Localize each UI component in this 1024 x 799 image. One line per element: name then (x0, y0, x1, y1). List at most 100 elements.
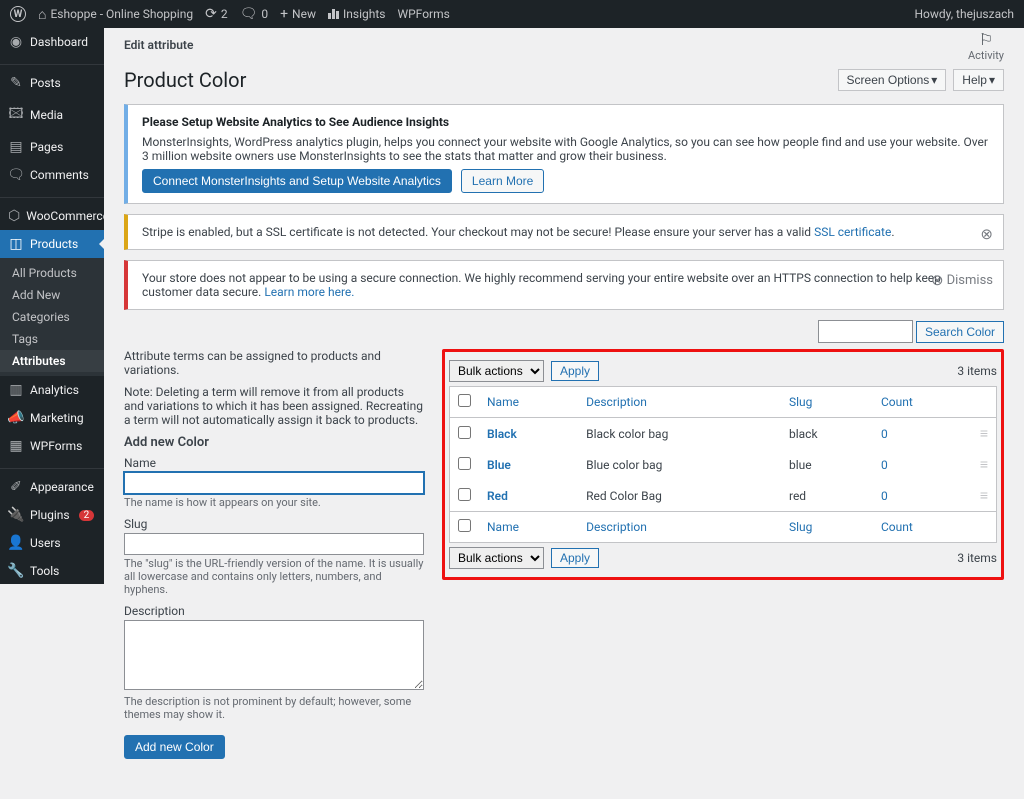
term-description: Black color bag (578, 418, 781, 450)
col-slug[interactable]: Slug (789, 520, 812, 534)
menu-products[interactable]: ◫Products (0, 230, 104, 258)
term-slug: red (781, 480, 873, 512)
description-input[interactable] (124, 620, 424, 690)
site-name[interactable]: ⌂Eshoppe - Online Shopping (38, 6, 193, 23)
update-badge: 2 (79, 510, 95, 521)
search-input[interactable] (818, 320, 913, 343)
menu-marketing[interactable]: 📣Marketing (0, 404, 104, 432)
col-description[interactable]: Description (586, 520, 647, 534)
sub-all-products[interactable]: All Products (0, 262, 104, 284)
col-slug[interactable]: Slug (789, 395, 812, 409)
comments[interactable]: 🗨0 (240, 6, 269, 22)
menu-separator (0, 464, 104, 469)
menu-media[interactable]: 🖾Media (0, 97, 104, 133)
term-slug: black (781, 418, 873, 450)
insights-top[interactable]: Insights (328, 7, 385, 21)
table-row: BlueBlue color bagblue0≡ (450, 449, 997, 480)
col-count[interactable]: Count (881, 395, 913, 409)
sub-add-new[interactable]: Add New (0, 284, 104, 306)
howdy-user[interactable]: Howdy, thejuszach (914, 7, 1014, 21)
help-button[interactable]: Help ▾ (953, 69, 1004, 91)
table-row: Black Black color bagblack 0 ≡ (450, 418, 997, 450)
term-name-link[interactable]: Red (487, 489, 508, 503)
select-all-top[interactable] (458, 394, 471, 407)
menu-woocommerce[interactable]: ⬡WooCommerce (0, 202, 104, 230)
bulk-actions-top[interactable]: Bulk actions (449, 360, 544, 382)
description-help: The description is not prominent by defa… (124, 695, 424, 721)
woocommerce-icon: ⬡ (8, 208, 20, 224)
adminbar: W ⌂Eshoppe - Online Shopping ⟳2 🗨0 +New … (0, 0, 1024, 28)
add-new-color-button[interactable]: Add new Color (124, 735, 225, 759)
monsterinsights-notice: Please Setup Website Analytics to See Au… (124, 104, 1004, 204)
menu-pages[interactable]: ▤Pages (0, 133, 104, 161)
menu-posts[interactable]: ✎Posts (0, 69, 104, 97)
name-input[interactable] (124, 472, 424, 494)
menu-wpforms[interactable]: ▦WPForms (0, 432, 104, 460)
brush-icon: ✐ (8, 479, 24, 495)
drag-handle-icon[interactable]: ≡ (980, 488, 988, 504)
name-help: The name is how it appears on your site. (124, 496, 424, 509)
term-name-link[interactable]: Blue (487, 458, 511, 472)
learn-more-button[interactable]: Learn More (461, 169, 544, 193)
term-slug: blue (781, 449, 873, 480)
sub-tags[interactable]: Tags (0, 328, 104, 350)
wp-logo[interactable]: W (10, 6, 26, 22)
menu-analytics[interactable]: ▥Analytics (0, 376, 104, 404)
new-content[interactable]: +New (280, 6, 316, 22)
page-title: Product Color (124, 68, 246, 92)
items-count-bottom: 3 items (957, 551, 997, 565)
admin-sidebar: ◉Dashboard ✎Posts 🖾Media ▤Pages 🗨Comment… (0, 28, 104, 584)
notice-body: MonsterInsights, WordPress analytics plu… (142, 135, 989, 163)
wpforms-top[interactable]: WPForms (397, 7, 449, 21)
dismiss-button[interactable]: ⊗Dismiss (931, 271, 993, 289)
menu-plugins[interactable]: 🔌Plugins2 (0, 501, 104, 529)
menu-dashboard[interactable]: ◉Dashboard (0, 28, 104, 56)
pages-icon: ▤ (8, 139, 24, 155)
col-count[interactable]: Count (881, 520, 913, 534)
intro-text: Attribute terms can be assigned to produ… (124, 349, 424, 377)
term-count-link[interactable]: 0 (881, 489, 888, 503)
menu-users[interactable]: 👤Users (0, 529, 104, 557)
select-all-bottom[interactable] (458, 519, 471, 532)
comment-icon: 🗨 (240, 6, 258, 22)
col-name[interactable]: Name (487, 395, 519, 409)
terms-table-region: Bulk actions Apply 3 items Name Descript… (442, 349, 1004, 580)
menu-separator (0, 60, 104, 65)
search-color-button[interactable]: Search Color (916, 321, 1004, 343)
term-count-link[interactable]: 0 (881, 427, 888, 441)
menu-comments[interactable]: 🗨Comments (0, 161, 104, 189)
menu-tools[interactable]: 🔧Tools (0, 557, 104, 584)
apply-top-button[interactable]: Apply (551, 361, 599, 381)
media-icon: 🖾 (8, 103, 24, 127)
connect-mi-button[interactable]: Connect MonsterInsights and Setup Websit… (142, 169, 452, 193)
megaphone-icon: 📣 (8, 410, 24, 426)
col-description[interactable]: Description (586, 395, 647, 409)
learn-more-link[interactable]: Learn more here. (264, 285, 354, 299)
row-checkbox[interactable] (458, 426, 471, 439)
plus-icon: + (280, 6, 288, 22)
menu-appearance[interactable]: ✐Appearance (0, 473, 104, 501)
products-icon: ◫ (8, 236, 24, 252)
term-name-link[interactable]: Black (487, 427, 517, 441)
name-label: Name (124, 456, 424, 470)
add-heading: Add new Color (124, 435, 424, 450)
dashboard-icon: ◉ (8, 34, 24, 50)
ssl-cert-link[interactable]: SSL certificate (814, 225, 891, 239)
sub-categories[interactable]: Categories (0, 306, 104, 328)
row-checkbox[interactable] (458, 457, 471, 470)
drag-handle-icon[interactable]: ≡ (980, 426, 988, 442)
drag-handle-icon[interactable]: ≡ (980, 457, 988, 473)
bulk-actions-bottom[interactable]: Bulk actions (449, 547, 544, 569)
slug-input[interactable] (124, 533, 424, 555)
term-count-link[interactable]: 0 (881, 458, 888, 472)
col-name[interactable]: Name (487, 520, 519, 534)
updates[interactable]: ⟳2 (205, 6, 227, 22)
apply-bottom-button[interactable]: Apply (551, 548, 599, 568)
sub-attributes[interactable]: Attributes (0, 350, 104, 372)
comment-icon: 🗨 (8, 167, 24, 183)
dismiss-button[interactable]: ⊗ (980, 225, 993, 243)
terms-table: Name Description Slug Count Black Black c… (449, 386, 997, 543)
screen-options-button[interactable]: Screen Options ▾ (838, 69, 947, 91)
activity-link[interactable]: ⚐ Activity (968, 30, 1004, 62)
row-checkbox[interactable] (458, 488, 471, 501)
